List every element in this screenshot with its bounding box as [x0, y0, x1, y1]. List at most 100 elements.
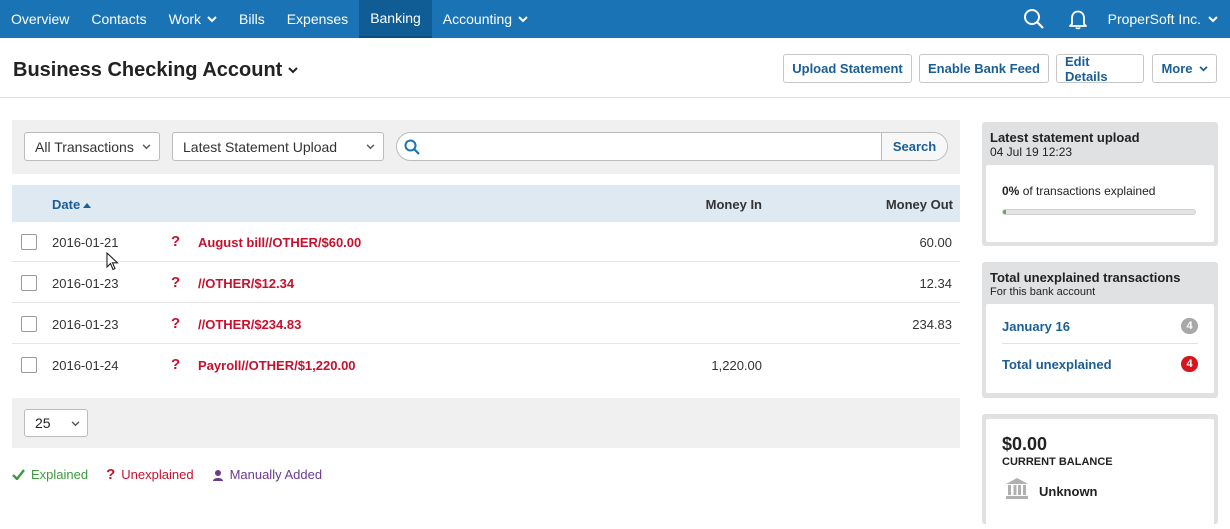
nav-contacts[interactable]: Contacts [80, 0, 157, 38]
question-mark-icon: ? [106, 466, 116, 483]
column-label: Money Out [885, 197, 953, 212]
org-name: ProperSoft Inc. [1107, 11, 1201, 27]
notifications-button[interactable] [1058, 0, 1098, 38]
button-label: Upload Statement [792, 61, 903, 76]
top-navigation: Overview Contacts Work Bills Expenses Ba… [0, 0, 1230, 38]
button-label: Enable Bank Feed [928, 61, 1040, 76]
nav-bills[interactable]: Bills [228, 0, 276, 38]
nav-banking[interactable]: Banking [359, 0, 432, 38]
user-icon [212, 469, 223, 481]
nav-label: Contacts [91, 11, 147, 27]
select-value: All Transactions [35, 138, 134, 155]
total-unexplained-link[interactable]: Total unexplained 4 [1002, 348, 1198, 384]
chevron-down-icon [288, 67, 299, 74]
search-input[interactable] [427, 135, 877, 158]
search-button[interactable] [1014, 0, 1054, 38]
link-label: Total unexplained [1002, 357, 1112, 372]
row-checkbox[interactable] [21, 316, 37, 332]
column-date[interactable]: Date [52, 197, 92, 212]
search-submit-button[interactable]: Search [881, 133, 947, 160]
column-money-in: Money In [706, 197, 762, 212]
chevron-down-icon [207, 15, 217, 22]
page-header: Business Checking Account Upload Stateme… [0, 38, 1230, 98]
panel-title: Latest statement upload [990, 130, 1140, 145]
unexplained-icon: ? [171, 274, 181, 291]
progress-percent: 0% [1002, 184, 1020, 198]
nav-label: Banking [370, 10, 421, 26]
chevron-down-icon [1208, 15, 1218, 22]
unexplained-icon: ? [171, 315, 181, 332]
upload-statement-button[interactable]: Upload Statement [783, 54, 912, 83]
period-select[interactable]: Latest Statement Upload [172, 132, 384, 161]
nav-right: ProperSoft Inc. [1014, 0, 1230, 38]
search-icon [1023, 9, 1044, 29]
statement-timestamp: 04 Jul 19 12:23 [990, 145, 1073, 159]
bank-icon [1006, 478, 1028, 499]
page-title: Business Checking Account [13, 59, 283, 81]
select-value: 25 [35, 415, 51, 431]
transactions-panel: All Transactions Latest Statement Upload… [12, 120, 960, 448]
balance-amount: $0.00 [1002, 434, 1048, 454]
table-row[interactable]: 2016-01-23 ? //OTHER/$12.34 12.34 [12, 263, 960, 303]
row-money-out: 234.83 [912, 317, 952, 332]
table-row[interactable]: 2016-01-24 ? Payroll//OTHER/$1,220.00 1,… [12, 345, 960, 385]
chevron-down-icon [1198, 65, 1208, 71]
row-description[interactable]: //OTHER/$12.34 [198, 276, 294, 291]
sort-ascending-icon [83, 202, 92, 208]
row-description[interactable]: //OTHER/$234.83 [198, 317, 301, 332]
filter-bar: All Transactions Latest Statement Upload… [12, 120, 960, 174]
balance-panel: $0.00 CURRENT BALANCE Unknown [982, 414, 1218, 529]
row-checkbox[interactable] [21, 234, 37, 250]
button-label: Search [892, 139, 937, 154]
checkmark-icon [12, 469, 25, 480]
table-row[interactable]: 2016-01-21 ? August bill//OTHER/$60.00 6… [12, 222, 960, 262]
table-header: Date Money In Money Out [12, 185, 960, 222]
statement-panel: Latest statement upload 04 Jul 19 12:23 … [982, 122, 1218, 246]
balance-card: $0.00 CURRENT BALANCE Unknown [986, 419, 1214, 529]
count-badge: 4 [1181, 356, 1198, 372]
enable-bank-feed-button[interactable]: Enable Bank Feed [919, 54, 1049, 83]
row-date: 2016-01-21 [52, 235, 119, 250]
transaction-type-select[interactable]: All Transactions [24, 132, 160, 161]
table-row[interactable]: 2016-01-23 ? //OTHER/$234.83 234.83 [12, 304, 960, 344]
page-size-select[interactable]: 25 [24, 409, 88, 437]
legend-unexplained: ? Unexplained [106, 466, 193, 483]
row-checkbox[interactable] [21, 357, 37, 373]
panel-title: Total unexplained transactions [990, 270, 1181, 285]
balance-label: CURRENT BALANCE [1002, 456, 1113, 468]
nav-expenses[interactable]: Expenses [276, 0, 359, 38]
row-money-out: 12.34 [919, 276, 952, 291]
legend-manual: Manually Added [212, 466, 323, 483]
row-checkbox[interactable] [21, 275, 37, 291]
row-money-in: 1,220.00 [711, 358, 762, 373]
select-value: Latest Statement Upload [183, 138, 338, 155]
legend-explained: Explained [12, 466, 88, 483]
chevron-down-icon [142, 144, 151, 150]
legend-label: Manually Added [229, 467, 323, 482]
column-label: Money In [705, 197, 762, 212]
row-money-out: 60.00 [919, 235, 952, 250]
unexplained-period-link[interactable]: January 16 4 [1002, 308, 1198, 344]
nav-label: Expenses [286, 11, 349, 27]
bank-name: Unknown [1039, 484, 1098, 499]
nav-work[interactable]: Work [158, 0, 228, 38]
nav-items: Overview Contacts Work Bills Expenses Ba… [0, 0, 539, 38]
more-button[interactable]: More [1152, 54, 1217, 83]
status-legend: Explained ? Unexplained Manually Added [12, 466, 322, 483]
nav-accounting[interactable]: Accounting [432, 0, 539, 38]
nav-label: Overview [11, 11, 70, 27]
account-title[interactable]: Business Checking Account [13, 59, 299, 82]
edit-details-button[interactable]: Edit Details [1056, 54, 1144, 84]
row-description[interactable]: Payroll//OTHER/$1,220.00 [198, 358, 356, 373]
legend-label: Unexplained [121, 467, 194, 482]
org-switcher[interactable]: ProperSoft Inc. [1098, 11, 1230, 27]
legend-label: Explained [31, 467, 89, 482]
nav-overview[interactable]: Overview [0, 0, 80, 38]
panel-subtitle: For this bank account [990, 286, 1096, 298]
chevron-down-icon [366, 144, 375, 150]
search-icon [404, 139, 420, 155]
unexplained-list: January 16 4 Total unexplained 4 [986, 304, 1214, 393]
nav-label: Bills [239, 11, 265, 27]
row-description[interactable]: August bill//OTHER/$60.00 [198, 235, 361, 250]
bell-icon [1068, 10, 1087, 30]
